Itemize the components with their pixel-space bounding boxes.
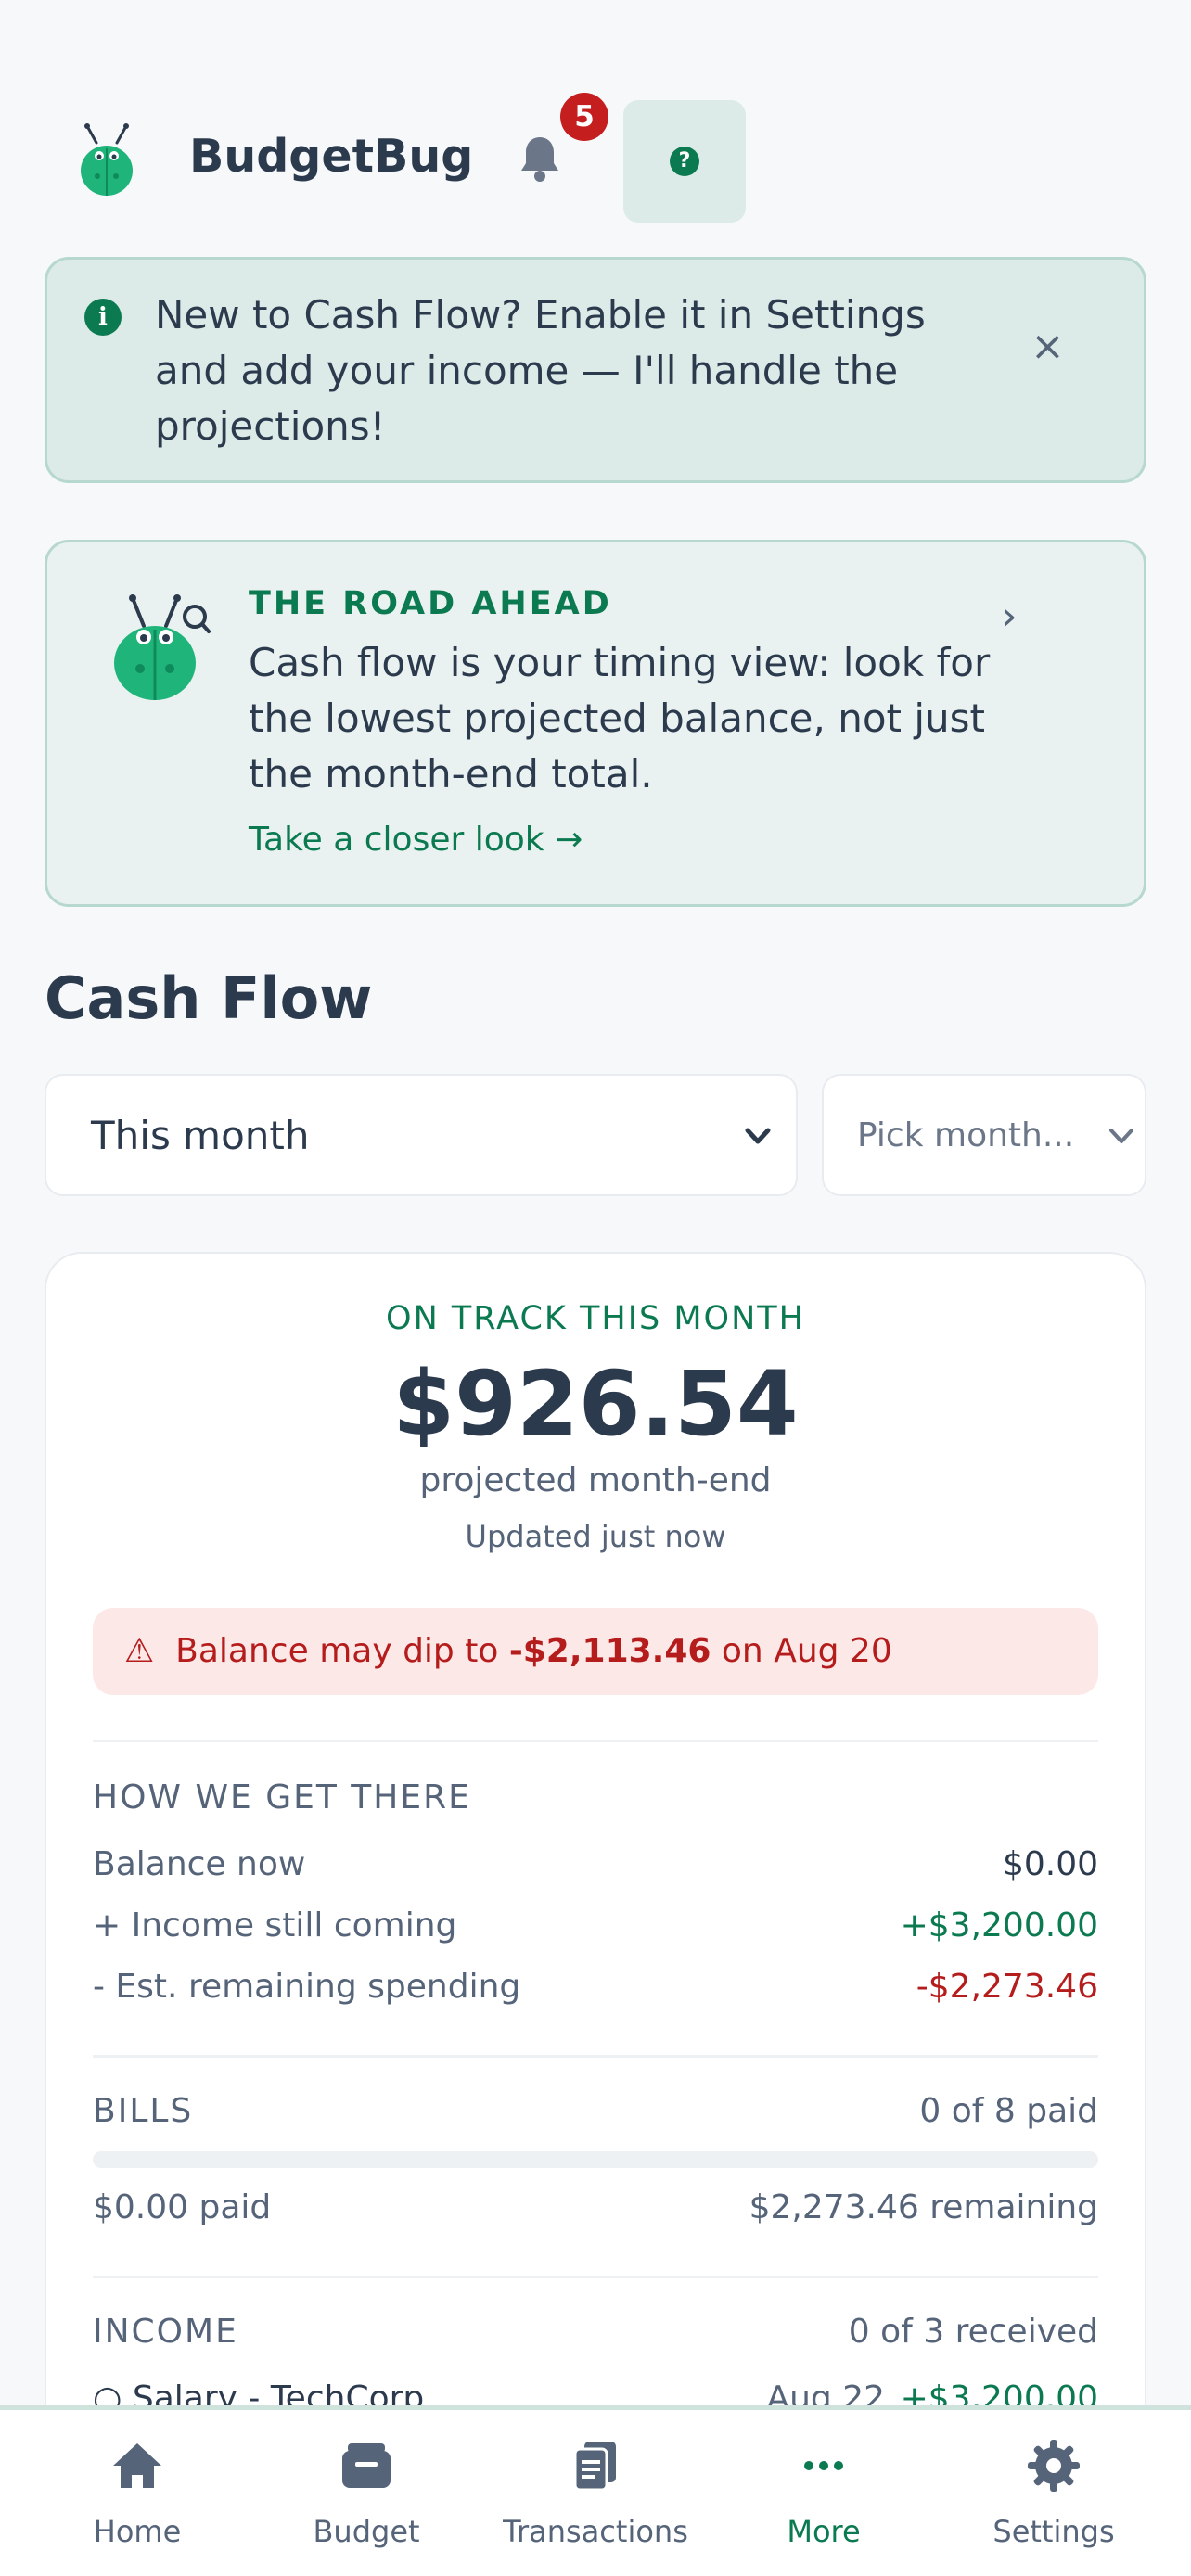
nav-more[interactable]: More bbox=[705, 2410, 942, 2576]
divider bbox=[93, 2055, 1098, 2058]
balance-now-label: Balance now bbox=[93, 1845, 306, 1883]
bills-paid: $0.00 paid bbox=[93, 2188, 272, 2226]
period-select-value: This month bbox=[91, 1113, 310, 1158]
remaining-spending-label: - Est. remaining spending bbox=[93, 1968, 521, 2006]
nav-settings[interactable]: Settings bbox=[935, 2410, 1172, 2576]
tip-link[interactable]: Take a closer look → bbox=[249, 821, 583, 859]
page-title: Cash Flow bbox=[45, 964, 373, 1032]
info-banner-text: New to Cash Flow? Enable it in Settings … bbox=[155, 292, 926, 449]
tip-body: Cash flow is your timing view: look for … bbox=[249, 640, 991, 797]
bottom-nav: Home Budget Transactions More Settings bbox=[0, 2405, 1191, 2576]
dip-alert: ⚠ Balance may dip to -$2,113.46 on Aug 2… bbox=[93, 1608, 1098, 1695]
projected-amount: $926.54 bbox=[392, 1352, 799, 1456]
alert-amount: -$2,113.46 bbox=[508, 1632, 711, 1670]
month-picker-select[interactable]: Pick month... bbox=[822, 1074, 1146, 1196]
nav-budget-label: Budget bbox=[313, 2514, 420, 2549]
close-icon[interactable]: × bbox=[1031, 326, 1065, 367]
home-icon bbox=[113, 2443, 161, 2488]
nav-budget[interactable]: Budget bbox=[248, 2410, 485, 2576]
bills-remaining: $2,273.46 remaining bbox=[749, 2188, 1098, 2226]
updated-timestamp: Updated just now bbox=[465, 1519, 726, 1554]
month-picker-placeholder: Pick month... bbox=[857, 1116, 1075, 1154]
wallet-icon bbox=[342, 2443, 391, 2488]
income-count: 0 of 3 received bbox=[848, 2313, 1098, 2351]
bills-count: 0 of 8 paid bbox=[919, 2092, 1098, 2130]
breakdown-label: HOW WE GET THERE bbox=[93, 1779, 471, 1817]
nav-settings-label: Settings bbox=[992, 2514, 1115, 2549]
info-icon: i bbox=[84, 299, 122, 336]
divider bbox=[93, 1740, 1098, 1742]
receipts-icon bbox=[573, 2442, 616, 2492]
chevron-down-icon bbox=[1109, 1129, 1133, 1143]
app-name: BudgetBug bbox=[189, 130, 474, 183]
bills-label: BILLS bbox=[93, 2092, 194, 2130]
alert-prefix: Balance may dip to bbox=[175, 1632, 499, 1670]
nav-home-label: Home bbox=[93, 2514, 182, 2549]
income-coming-label: + Income still coming bbox=[93, 1906, 457, 1945]
info-banner: i New to Cash Flow? Enable it in Setting… bbox=[45, 257, 1146, 483]
nav-more-label: More bbox=[787, 2514, 861, 2549]
bug-magnifier-icon bbox=[114, 594, 211, 700]
chevron-down-icon bbox=[745, 1128, 771, 1144]
nav-home[interactable]: Home bbox=[19, 2410, 256, 2576]
balance-now-value: $0.00 bbox=[1002, 1845, 1098, 1883]
more-icon bbox=[804, 2461, 843, 2470]
notification-badge: 5 bbox=[560, 93, 608, 141]
status-label: ON TRACK THIS MONTH bbox=[386, 1300, 805, 1337]
remaining-spending-value: -$2,273.46 bbox=[916, 1968, 1098, 2006]
tip-title: THE ROAD AHEAD bbox=[249, 585, 612, 622]
nav-transactions[interactable]: Transactions bbox=[477, 2410, 714, 2576]
bills-progress-bar bbox=[93, 2151, 1098, 2168]
alert-suffix: on Aug 20 bbox=[721, 1632, 892, 1670]
income-coming-value: +$3,200.00 bbox=[900, 1906, 1098, 1945]
bell-icon[interactable] bbox=[510, 130, 570, 189]
amount-caption: projected month-end bbox=[419, 1461, 772, 1499]
app-header: BudgetBug 5 ? bbox=[0, 0, 1191, 241]
help-button[interactable]: ? bbox=[623, 100, 746, 223]
divider bbox=[93, 2276, 1098, 2278]
gear-icon bbox=[1028, 2440, 1080, 2492]
help-icon: ? bbox=[670, 147, 699, 176]
warning-icon: ⚠ bbox=[124, 1632, 155, 1670]
bug-logo-icon bbox=[81, 123, 133, 196]
chevron-right-icon[interactable]: › bbox=[1001, 593, 1018, 640]
nav-transactions-label: Transactions bbox=[503, 2514, 688, 2549]
income-label: INCOME bbox=[93, 2313, 238, 2351]
tip-card[interactable]: THE ROAD AHEAD Cash flow is your timing … bbox=[45, 540, 1146, 907]
period-select[interactable]: This month bbox=[45, 1074, 798, 1196]
